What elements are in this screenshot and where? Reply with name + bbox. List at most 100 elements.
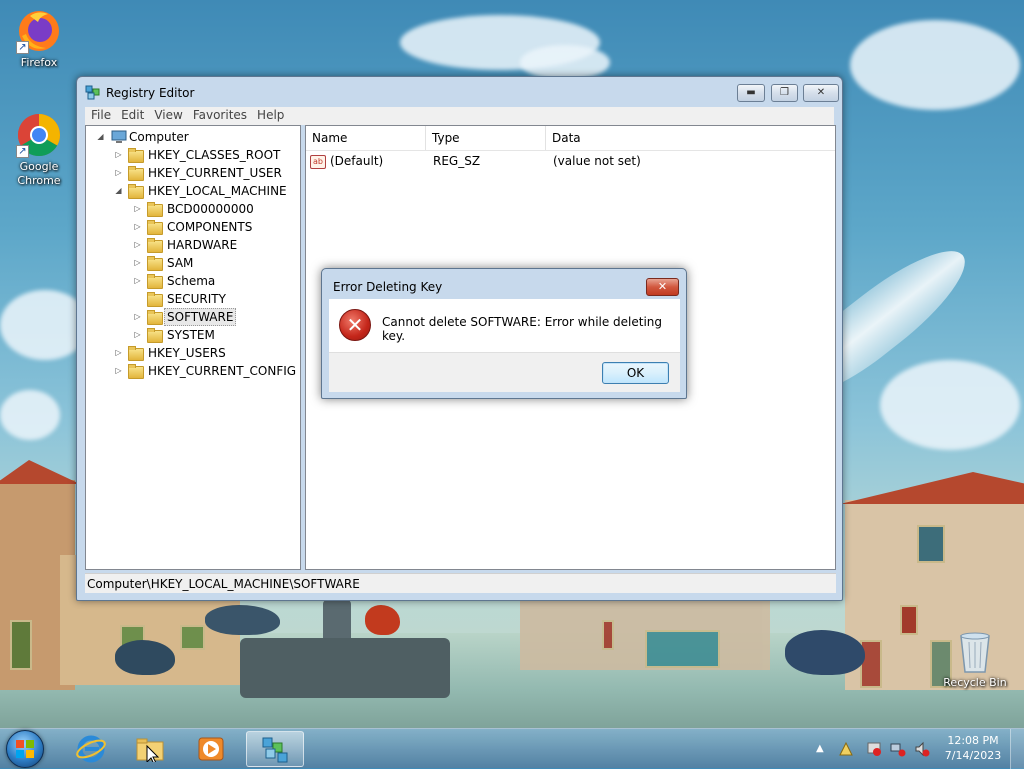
start-button[interactable] <box>6 730 44 768</box>
menu-file[interactable]: File <box>85 107 116 124</box>
action-center-icon[interactable] <box>838 741 854 757</box>
collapse-icon[interactable]: ◢ <box>96 132 105 141</box>
recycle-bin-icon <box>955 630 995 674</box>
expand-icon[interactable]: ▷ <box>133 330 142 339</box>
minimize-button[interactable]: ▬ <box>737 84 765 102</box>
desktop-icon-label: Recycle Bin <box>943 676 1007 689</box>
list-row[interactable]: ab (Default) REG_SZ (value not set) <box>310 152 830 170</box>
folder-icon <box>147 310 163 325</box>
tree-label: Computer <box>129 130 189 144</box>
folder-icon <box>128 148 144 163</box>
expand-icon[interactable]: ▷ <box>114 348 123 357</box>
taskbar: ▲ 12:08 PM 7/14/2023 <box>0 728 1024 769</box>
expand-icon[interactable]: ▷ <box>133 276 142 285</box>
desktop-icon-firefox[interactable]: ↗ Firefox <box>3 8 75 70</box>
folder-icon <box>147 238 163 253</box>
column-header-data[interactable]: Data <box>546 126 835 150</box>
clock-date: 7/14/2023 <box>944 749 1002 762</box>
show-desktop-button[interactable] <box>1010 729 1024 769</box>
title-bar[interactable]: Registry Editor ▬ ❐ ✕ <box>77 77 842 107</box>
folder-icon <box>128 166 144 181</box>
taskbar-clock[interactable]: 12:08 PM 7/14/2023 <box>944 733 1002 763</box>
dialog-footer: OK <box>329 352 680 392</box>
expand-icon[interactable]: ▷ <box>133 258 142 267</box>
string-value-icon: ab <box>310 152 328 170</box>
taskbar-regedit[interactable] <box>246 731 304 767</box>
firefox-icon: ↗ <box>16 8 62 54</box>
clock-time: 12:08 PM <box>947 734 999 747</box>
bird <box>205 605 280 635</box>
fountain <box>240 638 450 698</box>
volume-muted-icon[interactable] <box>914 741 930 757</box>
desktop-icon-label: Firefox <box>20 56 58 69</box>
cloud <box>880 360 1020 450</box>
regedit-icon <box>262 737 288 763</box>
expand-icon[interactable]: ▷ <box>133 204 142 213</box>
tree-label: HKEY_LOCAL_MACHINE <box>148 184 287 198</box>
tree-label: HARDWARE <box>167 238 238 252</box>
close-icon: ✕ <box>657 280 668 293</box>
ok-button[interactable]: OK <box>602 362 669 384</box>
dialog-body: ✕ Cannot delete SOFTWARE: Error while de… <box>329 299 680 352</box>
folder-icon <box>147 256 163 271</box>
tree-label: HKEY_CLASSES_ROOT <box>148 148 281 162</box>
tree-label: HKEY_USERS <box>148 346 226 360</box>
dialog-message: Cannot delete SOFTWARE: Error while dele… <box>382 315 663 343</box>
folder-icon <box>147 202 163 217</box>
header-divider <box>306 150 835 151</box>
computer-icon <box>111 130 127 144</box>
flag-icon[interactable] <box>866 741 882 757</box>
column-header-type[interactable]: Type <box>426 126 546 150</box>
expand-icon[interactable]: ▷ <box>133 312 142 321</box>
windows-logo-icon <box>16 740 35 759</box>
column-header-name[interactable]: Name <box>306 126 426 150</box>
tree-label: SECURITY <box>167 292 226 306</box>
tree-label: SYSTEM <box>167 328 215 342</box>
menu-edit[interactable]: Edit <box>116 107 149 124</box>
value-name: (Default) <box>330 154 384 168</box>
tree-label: HKEY_CURRENT_CONFIG <box>148 364 297 378</box>
close-button[interactable]: ✕ <box>803 84 839 102</box>
cloud <box>850 20 1020 110</box>
folder-icon <box>147 328 163 343</box>
cloud <box>0 390 60 440</box>
value-data: (value not set) <box>553 154 641 168</box>
cloud <box>520 45 610 80</box>
dialog-close-button[interactable]: ✕ <box>646 278 679 296</box>
key-tree[interactable]: ◢ Computer ▷ HKEY_CLASSES_ROOT ▷ HKEY_CU… <box>85 125 301 570</box>
show-hidden-icons-icon[interactable]: ▲ <box>816 741 832 757</box>
menu-view[interactable]: View <box>149 107 187 124</box>
expand-icon[interactable]: ▷ <box>114 366 123 375</box>
tree-label: BCD00000000 <box>167 202 254 216</box>
status-path: Computer\HKEY_LOCAL_MACHINE\SOFTWARE <box>87 577 360 591</box>
desktop-icon-chrome[interactable]: ↗ Google Chrome <box>3 112 75 188</box>
bird <box>365 605 400 635</box>
menu-favorites[interactable]: Favorites <box>188 107 252 124</box>
folder-icon <box>128 184 144 199</box>
menu-help[interactable]: Help <box>252 107 289 124</box>
tree-label: Schema <box>167 274 216 288</box>
fountain-top <box>323 600 351 642</box>
tree-label: HKEY_CURRENT_USER <box>148 166 282 180</box>
collapse-icon[interactable]: ◢ <box>114 186 123 195</box>
bird <box>115 640 175 675</box>
dialog-title: Error Deleting Key <box>333 280 443 294</box>
expand-icon[interactable]: ▷ <box>133 240 142 249</box>
maximize-button[interactable]: ❐ <box>771 84 798 102</box>
regedit-icon <box>85 85 101 101</box>
expand-icon[interactable]: ▷ <box>114 150 123 159</box>
network-icon[interactable] <box>890 741 906 757</box>
house-far <box>520 600 770 670</box>
expand-icon[interactable]: ▷ <box>133 222 142 231</box>
media-player-icon <box>198 737 224 761</box>
folder-icon <box>147 274 163 289</box>
taskbar-media-player[interactable] <box>182 731 240 767</box>
chrome-icon: ↗ <box>16 112 62 158</box>
taskbar-explorer[interactable] <box>122 731 180 767</box>
desktop-icon-recycle-bin[interactable]: Recycle Bin <box>939 630 1011 690</box>
expand-icon[interactable]: ▷ <box>114 168 123 177</box>
folder-icon <box>128 346 144 361</box>
taskbar-ie[interactable] <box>62 731 120 767</box>
tree-label: SAM <box>167 256 194 270</box>
folder-icon <box>147 292 163 307</box>
